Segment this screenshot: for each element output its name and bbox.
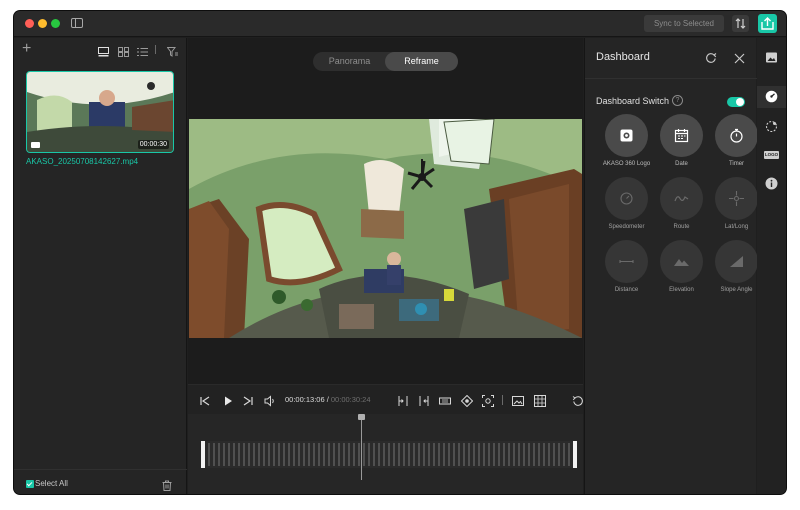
total-duration: 00:00:30:24 bbox=[330, 395, 371, 404]
keyframe-icon[interactable] bbox=[460, 394, 474, 408]
volume-icon[interactable] bbox=[264, 394, 276, 407]
sidebar-toggle-icon[interactable] bbox=[71, 18, 83, 28]
trim-start-handle[interactable] bbox=[201, 441, 205, 468]
timeline-track[interactable] bbox=[201, 441, 577, 468]
reset-view-icon[interactable] bbox=[572, 394, 584, 406]
media-thumbnail[interactable]: 00:00:30 bbox=[26, 71, 174, 153]
sticker-icon[interactable] bbox=[765, 120, 778, 133]
aspect-ratio-icon[interactable] bbox=[439, 394, 451, 406]
video-frame bbox=[189, 119, 582, 338]
info-icon[interactable] bbox=[765, 177, 778, 190]
zoom-window-button[interactable] bbox=[51, 19, 60, 28]
timeline[interactable] bbox=[188, 414, 583, 494]
dashboard-switch-label: Dashboard Switch bbox=[596, 96, 670, 106]
grid-overlay-icon[interactable] bbox=[534, 394, 546, 407]
widget-slope-angle[interactable]: Slope Angle bbox=[709, 240, 764, 300]
controls-divider bbox=[502, 395, 503, 405]
trim-end-handle[interactable] bbox=[573, 441, 577, 468]
video-preview[interactable] bbox=[189, 119, 582, 338]
play-icon[interactable] bbox=[222, 394, 234, 406]
list-view-icon[interactable] bbox=[137, 44, 148, 56]
widget-lat-long[interactable]: Lat/Long bbox=[709, 177, 764, 237]
stopwatch-icon bbox=[730, 128, 743, 143]
distance-icon bbox=[619, 260, 634, 263]
add-media-button[interactable]: + bbox=[22, 41, 31, 57]
previous-frame-icon[interactable] bbox=[199, 394, 211, 406]
next-frame-icon[interactable] bbox=[242, 394, 254, 406]
playback-controls: 00:00:13:06 / 00:00:30:24 bbox=[188, 384, 583, 414]
tool-rail: LOGO bbox=[757, 38, 786, 494]
dashboard-icon[interactable] bbox=[765, 90, 778, 103]
slope-icon bbox=[730, 256, 743, 267]
close-icon[interactable] bbox=[734, 51, 745, 64]
sort-arrows-icon bbox=[735, 18, 746, 29]
dashboard-title: Dashboard bbox=[596, 51, 650, 63]
minimize-window-button[interactable] bbox=[38, 19, 47, 28]
select-all-checkbox[interactable] bbox=[26, 480, 34, 488]
media-file-name[interactable]: AKASO_20250708142627.mp4 bbox=[26, 157, 138, 166]
grid-view-icon[interactable] bbox=[118, 44, 129, 57]
export-button[interactable] bbox=[758, 14, 777, 33]
select-all-label[interactable]: Select All bbox=[35, 479, 68, 488]
crosshair-icon bbox=[729, 191, 744, 206]
help-icon[interactable]: ? bbox=[672, 95, 683, 106]
view-mode-switch: Panorama Reframe bbox=[313, 52, 458, 71]
snapshot-frame-icon[interactable] bbox=[482, 394, 494, 407]
widget-timer[interactable]: Timer bbox=[709, 114, 764, 174]
thumbnail-duration: 00:00:30 bbox=[137, 140, 169, 149]
playhead[interactable] bbox=[358, 414, 365, 480]
export-icon bbox=[761, 17, 774, 30]
reset-icon[interactable] bbox=[705, 51, 717, 63]
media-library-panel: + 00:00:30 AKASO_20250708142627.mp4 Sele… bbox=[14, 38, 187, 494]
trim-end-icon[interactable] bbox=[418, 394, 430, 406]
media-panel-footer: Select All bbox=[14, 469, 187, 494]
viewer-area: Panorama Reframe 00:00:13:06 / 00:00:30:… bbox=[188, 38, 583, 494]
logo-icon[interactable]: LOGO bbox=[764, 151, 779, 159]
tab-panorama[interactable]: Panorama bbox=[313, 52, 386, 71]
sync-to-selected-button[interactable]: Sync to Selected bbox=[644, 15, 724, 32]
mountain-icon bbox=[674, 259, 689, 266]
timecode: 00:00:13:06 / 00:00:30:24 bbox=[285, 395, 371, 404]
toolbar-divider bbox=[155, 45, 156, 54]
current-time: 00:00:13:06 bbox=[285, 395, 325, 404]
speedometer-icon bbox=[620, 192, 633, 205]
close-window-button[interactable] bbox=[25, 19, 34, 28]
trim-start-icon[interactable] bbox=[397, 394, 409, 406]
sort-button[interactable] bbox=[732, 15, 749, 32]
title-bar: Sync to Selected bbox=[14, 11, 786, 37]
route-icon bbox=[674, 196, 689, 202]
dashboard-divider bbox=[585, 78, 757, 79]
screenshot-icon[interactable] bbox=[512, 394, 524, 406]
image-icon[interactable] bbox=[765, 51, 778, 64]
dashboard-panel: Dashboard Dashboard Switch ? AKASO 360 L… bbox=[584, 38, 758, 494]
tab-reframe[interactable]: Reframe bbox=[385, 52, 458, 71]
logo-icon bbox=[620, 129, 633, 142]
filter-icon[interactable] bbox=[166, 44, 178, 57]
app-window: Sync to Selected + 00:00:30 AKASO_202507… bbox=[14, 11, 786, 494]
video-camera-icon bbox=[31, 142, 40, 148]
dashboard-switch-toggle[interactable] bbox=[727, 97, 745, 107]
large-thumbnail-view-icon[interactable] bbox=[98, 44, 109, 57]
trash-icon[interactable] bbox=[162, 478, 172, 491]
calendar-icon bbox=[674, 129, 689, 143]
